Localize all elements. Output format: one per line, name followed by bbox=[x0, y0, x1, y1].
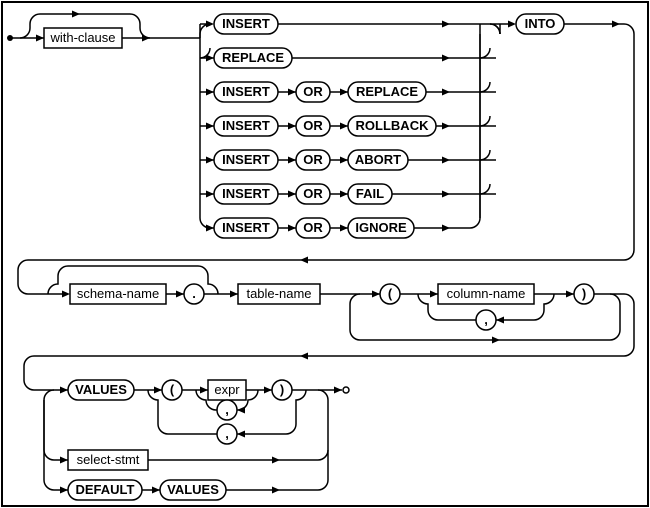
svg-text:OR: OR bbox=[303, 186, 323, 201]
with-clause-node: with-clause bbox=[44, 28, 122, 48]
dot-token: . bbox=[184, 284, 204, 304]
or-keyword: OR bbox=[296, 184, 330, 204]
lparen-token: ( bbox=[162, 380, 182, 400]
svg-text:.: . bbox=[192, 286, 196, 301]
svg-text:): ) bbox=[582, 286, 586, 301]
svg-text:INTO: INTO bbox=[525, 16, 556, 31]
svg-text:): ) bbox=[280, 382, 284, 397]
or-keyword: OR bbox=[296, 218, 330, 238]
select-stmt-node: select-stmt bbox=[68, 450, 148, 470]
svg-text:VALUES: VALUES bbox=[75, 382, 127, 397]
svg-text:OR: OR bbox=[303, 152, 323, 167]
svg-text:,: , bbox=[225, 426, 229, 441]
or-keyword: OR bbox=[296, 150, 330, 170]
values-keyword: VALUES bbox=[160, 480, 226, 500]
svg-text:OR: OR bbox=[303, 118, 323, 133]
svg-text:schema-name: schema-name bbox=[77, 286, 159, 301]
svg-text:with-clause: with-clause bbox=[49, 30, 115, 45]
rparen-token: ) bbox=[574, 284, 594, 304]
svg-text:INSERT: INSERT bbox=[222, 186, 270, 201]
fail-keyword: FAIL bbox=[348, 184, 392, 204]
ignore-keyword: IGNORE bbox=[348, 218, 414, 238]
insert-keyword: INSERT bbox=[214, 218, 278, 238]
or-keyword: OR bbox=[296, 82, 330, 102]
insert-keyword: INSERT bbox=[214, 14, 278, 34]
rparen-token: ) bbox=[272, 380, 292, 400]
svg-text:table-name: table-name bbox=[246, 286, 311, 301]
column-name-node: column-name bbox=[438, 284, 534, 304]
into-keyword: INTO bbox=[516, 14, 564, 34]
svg-text:FAIL: FAIL bbox=[356, 186, 384, 201]
svg-text:ROLLBACK: ROLLBACK bbox=[356, 118, 430, 133]
svg-text:IGNORE: IGNORE bbox=[355, 220, 407, 235]
svg-text:REPLACE: REPLACE bbox=[356, 84, 418, 99]
comma-token: , bbox=[217, 424, 237, 444]
svg-text:VALUES: VALUES bbox=[167, 482, 219, 497]
expr-node: expr bbox=[208, 380, 246, 400]
comma-token: , bbox=[217, 400, 237, 420]
svg-text:ABORT: ABORT bbox=[355, 152, 401, 167]
default-keyword: DEFAULT bbox=[68, 480, 142, 500]
svg-text:INSERT: INSERT bbox=[222, 118, 270, 133]
svg-text:(: ( bbox=[388, 286, 393, 301]
svg-text:,: , bbox=[225, 402, 229, 417]
schema-name-node: schema-name bbox=[70, 284, 166, 304]
svg-text:expr: expr bbox=[214, 382, 240, 397]
svg-text:INSERT: INSERT bbox=[222, 16, 270, 31]
svg-text:column-name: column-name bbox=[447, 286, 526, 301]
replace-keyword: REPLACE bbox=[214, 48, 292, 68]
svg-text:INSERT: INSERT bbox=[222, 84, 270, 99]
replace-keyword: REPLACE bbox=[348, 82, 426, 102]
svg-text:,: , bbox=[484, 312, 488, 327]
comma-token: , bbox=[476, 310, 496, 330]
svg-text:REPLACE: REPLACE bbox=[222, 50, 284, 65]
insert-keyword: INSERT bbox=[214, 150, 278, 170]
or-keyword: OR bbox=[296, 116, 330, 136]
svg-text:select-stmt: select-stmt bbox=[77, 452, 140, 467]
svg-text:(: ( bbox=[170, 382, 175, 397]
svg-text:INSERT: INSERT bbox=[222, 220, 270, 235]
svg-text:OR: OR bbox=[303, 220, 323, 235]
svg-text:OR: OR bbox=[303, 84, 323, 99]
abort-keyword: ABORT bbox=[348, 150, 408, 170]
insert-keyword: INSERT bbox=[214, 82, 278, 102]
svg-text:DEFAULT: DEFAULT bbox=[76, 482, 135, 497]
insert-keyword: INSERT bbox=[214, 184, 278, 204]
svg-text:INSERT: INSERT bbox=[222, 152, 270, 167]
insert-keyword: INSERT bbox=[214, 116, 278, 136]
table-name-node: table-name bbox=[238, 284, 320, 304]
lparen-token: ( bbox=[380, 284, 400, 304]
values-keyword: VALUES bbox=[68, 380, 134, 400]
rollback-keyword: ROLLBACK bbox=[348, 116, 436, 136]
